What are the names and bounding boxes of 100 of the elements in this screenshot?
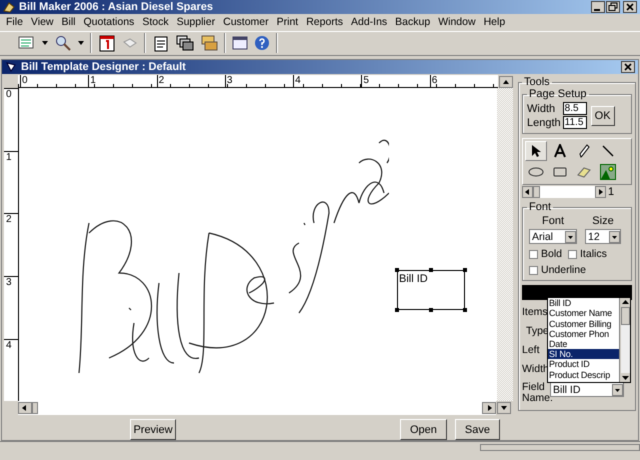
help-icon[interactable] — [254, 35, 270, 52]
menu-item[interactable]: Reports — [302, 16, 347, 28]
ruler-number: 6 — [430, 75, 498, 88]
ruler-number: 0 — [20, 75, 88, 88]
menu-item[interactable]: Add-Ins — [346, 16, 392, 28]
scroll-left-icon[interactable] — [522, 186, 533, 198]
menu-item[interactable]: Stock — [138, 16, 173, 28]
ruler-number: 4 — [293, 75, 362, 88]
ruler-number: 5 — [361, 75, 430, 88]
caret-icon[interactable] — [609, 230, 620, 243]
dropdown-option[interactable]: Date — [548, 339, 619, 350]
vertical-scrollbar[interactable] — [497, 88, 513, 402]
scroll-right-icon[interactable] — [595, 186, 606, 198]
list-scrollbar[interactable] — [619, 298, 630, 382]
field-label: Length — [527, 116, 561, 129]
ruler-number: 0 — [4, 88, 18, 151]
menu-item[interactable]: Help — [480, 16, 510, 28]
ruler-number: 3 — [4, 276, 18, 339]
rectangle-icon — [553, 166, 567, 178]
scroll-thumb[interactable] — [620, 307, 630, 326]
search-icon[interactable] — [54, 35, 72, 52]
image-tool-button[interactable] — [597, 162, 619, 182]
ok-button[interactable]: OK — [590, 106, 615, 126]
ruler-number: 2 — [156, 75, 225, 88]
app-icon — [3, 0, 15, 13]
resize-handle[interactable] — [395, 268, 399, 272]
dropdown-caret-icon[interactable] — [42, 41, 48, 46]
close-icon[interactable] — [621, 61, 635, 74]
ruler-number: 1 — [4, 150, 18, 214]
dropdown-option[interactable]: Customer Name — [548, 308, 619, 319]
picture-icon — [600, 164, 616, 180]
pointer-tool-button[interactable] — [525, 141, 547, 162]
dropdown-caret-icon[interactable] — [78, 41, 84, 46]
dropdown-option[interactable]: SI No. — [548, 349, 619, 360]
scroll-down-icon[interactable] — [620, 373, 630, 382]
ruler-number: 3 — [224, 75, 294, 88]
menu-item[interactable]: Window — [434, 16, 480, 28]
dropdown-option[interactable]: Bill ID — [548, 298, 619, 308]
slider-thumb[interactable] — [533, 186, 540, 198]
stacked-windows-icon[interactable] — [176, 34, 194, 52]
text-field-box[interactable]: Bill ID — [397, 270, 465, 310]
letter-a-icon — [553, 144, 567, 158]
field-label: Items — [522, 306, 548, 318]
resize-handle[interactable] — [463, 268, 467, 272]
eraser-icon — [576, 166, 592, 178]
menu-item[interactable]: Customer — [219, 16, 273, 28]
designer-icon — [5, 61, 17, 74]
window-icon[interactable] — [232, 35, 248, 52]
folders-icon[interactable] — [200, 34, 218, 52]
font-dropdown[interactable]: Arial — [529, 229, 577, 244]
calendar-icon[interactable] — [98, 34, 116, 52]
dropdown-option[interactable]: Product Descrip — [548, 370, 619, 380]
size-dropdown[interactable]: 12 — [585, 229, 621, 244]
resize-handle[interactable] — [463, 308, 467, 312]
menu-item[interactable]: Quotations — [80, 16, 138, 28]
menu-item[interactable]: View — [26, 16, 58, 28]
dropdown-option[interactable]: Customer Phon — [548, 328, 619, 340]
menu-item[interactable]: Backup — [391, 16, 434, 28]
window-title: Bill Maker 2006 : Asian Diesel Spares — [19, 0, 214, 13]
open-button[interactable]: Open — [400, 419, 447, 440]
group-title: Tools — [523, 76, 551, 88]
scroll-thumb[interactable] — [32, 402, 38, 414]
scroll-up-icon[interactable] — [499, 76, 513, 88]
close-icon[interactable] — [623, 0, 637, 13]
dropdown-option[interactable]: Product ID — [548, 359, 619, 370]
minimize-icon[interactable] — [591, 0, 605, 13]
width-field[interactable]: 8.5 — [562, 102, 587, 116]
resize-handle[interactable] — [395, 308, 399, 312]
scroll-down-icon[interactable] — [497, 402, 511, 414]
checkbox[interactable]: Bold — [529, 248, 562, 260]
field-label: Size — [591, 215, 615, 228]
menu-item[interactable]: File — [2, 16, 27, 28]
menu-item[interactable]: Print — [272, 16, 302, 28]
list-view-icon[interactable] — [18, 35, 36, 52]
horizontal-scrollbar[interactable] — [18, 401, 496, 416]
clipboard-icon[interactable] — [152, 34, 170, 52]
ellipse-icon — [528, 166, 544, 178]
restore-icon[interactable] — [606, 0, 620, 13]
caret-icon[interactable] — [612, 384, 623, 396]
field-label: Font — [540, 215, 565, 228]
line-icon — [601, 144, 615, 158]
preview-button[interactable]: Preview — [130, 419, 176, 440]
length-field[interactable]: 11.5 — [562, 116, 587, 130]
caret-icon[interactable] — [565, 230, 576, 243]
ruler-number: 2 — [4, 213, 18, 276]
group-title: Page Setup — [528, 88, 588, 100]
field-label: Bill ID — [399, 273, 428, 286]
menu-item[interactable]: Supplier — [172, 16, 220, 28]
ruler-number: 4 — [4, 338, 18, 402]
scroll-right-icon[interactable] — [482, 402, 496, 414]
field-name-dropdown[interactable]: Bill ID — [550, 382, 624, 398]
dropdown-option[interactable]: Customer Billing — [548, 318, 619, 329]
resize-handle[interactable] — [429, 308, 433, 312]
save-button[interactable]: Save — [454, 419, 500, 440]
slider-value: 1 — [608, 186, 614, 198]
checkbox[interactable]: Underline — [529, 264, 586, 276]
checkbox[interactable]: Italics — [568, 248, 607, 260]
resize-handle[interactable] — [429, 268, 433, 272]
menu-item[interactable]: Bill — [58, 16, 80, 28]
scroll-left-icon[interactable] — [18, 402, 32, 414]
